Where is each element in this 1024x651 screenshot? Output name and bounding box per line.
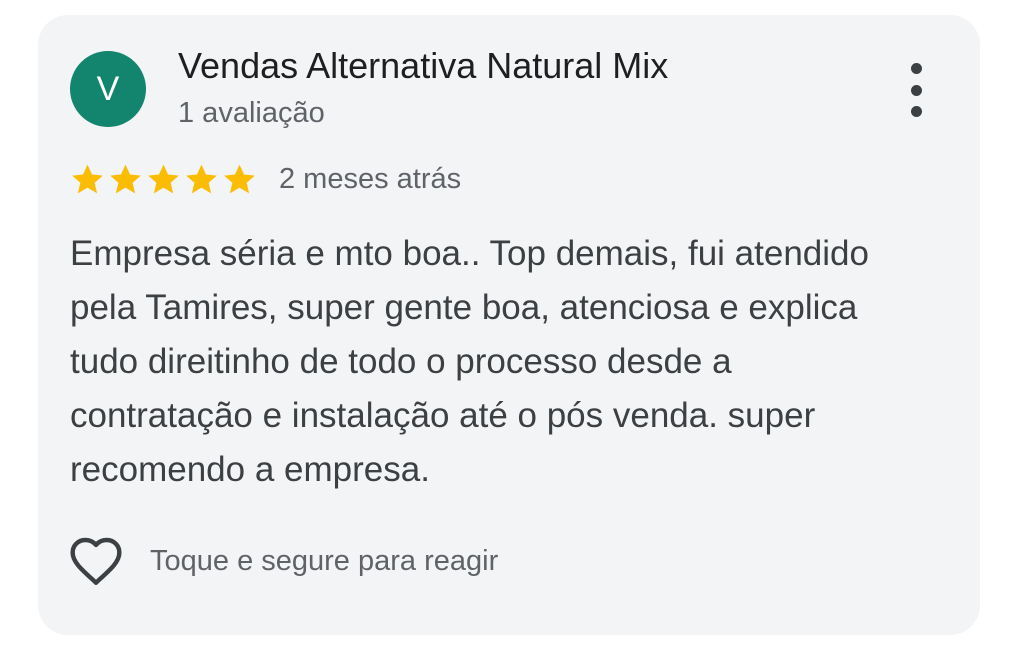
review-text: Empresa séria e mto boa.. Top demais, fu… <box>70 234 869 489</box>
more-vert-icon <box>910 63 922 74</box>
author-review-count: 1 avaliação <box>178 97 325 129</box>
star-icon <box>72 164 103 193</box>
star-icon <box>148 164 179 193</box>
review-card: V Vendas Alternativa Natural Mix 1 avali… <box>38 15 980 635</box>
more-options-button[interactable] <box>900 63 932 117</box>
react-button[interactable]: Toque e segure para reagir <box>68 533 498 589</box>
review-date: 2 meses atrás <box>279 162 462 195</box>
more-vert-icon-dot <box>910 84 922 96</box>
react-label: Toque e segure para reagir <box>150 544 499 577</box>
star-rating <box>70 162 257 197</box>
author-name[interactable]: Vendas Alternativa Natural Mix <box>178 45 668 87</box>
avatar-initial: V <box>96 70 120 108</box>
author-avatar[interactable]: V <box>70 51 146 127</box>
more-vert-icon-dot <box>910 106 922 117</box>
star-icon <box>186 164 217 193</box>
star-icon <box>224 164 255 193</box>
rating-row: 2 meses atrás <box>70 161 461 197</box>
star-icon <box>110 164 141 193</box>
heart-outline-icon <box>70 537 122 585</box>
